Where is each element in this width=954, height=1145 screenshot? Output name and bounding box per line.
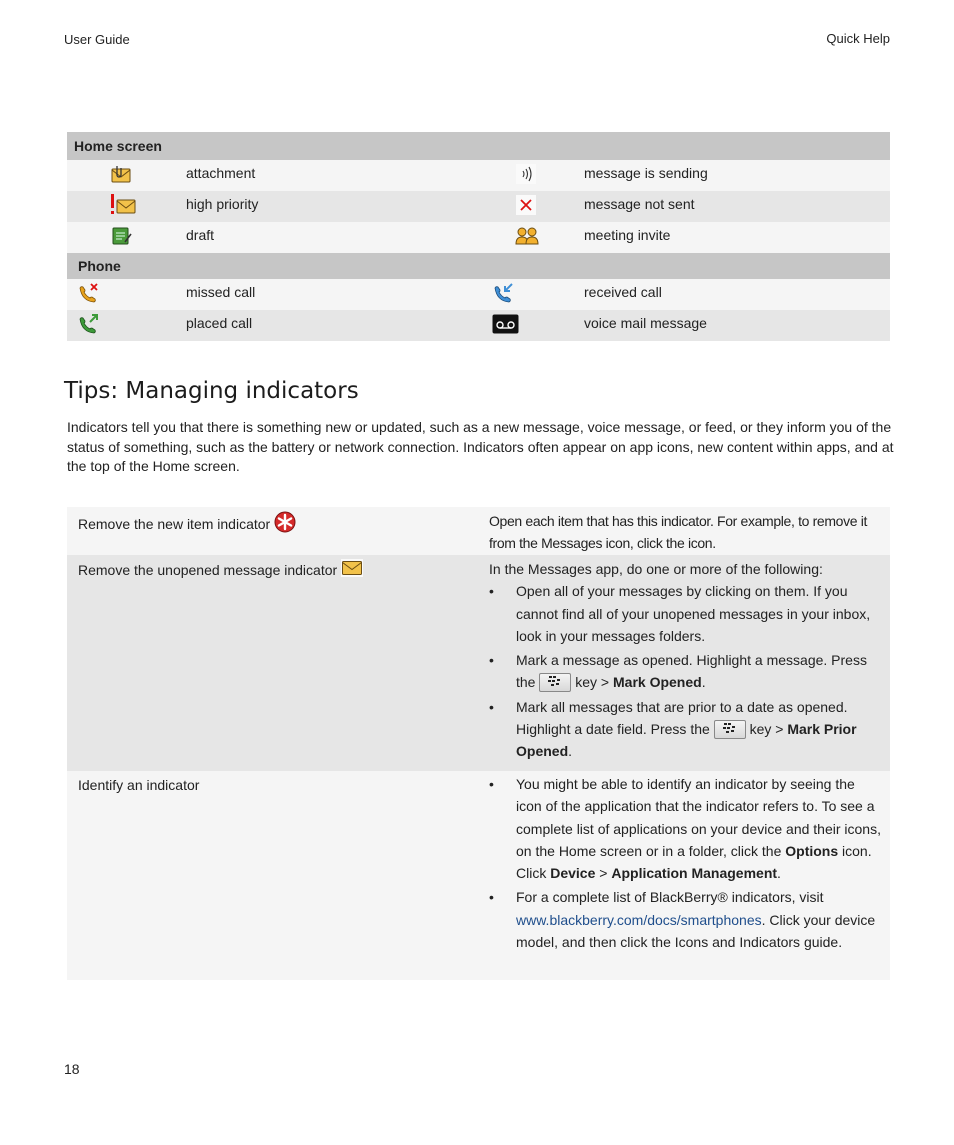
label-draft: draft — [186, 226, 215, 243]
menu-key-icon — [713, 719, 746, 739]
table-row: Remove the new item indicator Open each … — [67, 507, 890, 555]
task-label: Remove the unopened message indicator — [78, 562, 338, 579]
draft-icon — [111, 226, 133, 246]
table-row: high priority message not sent — [67, 191, 890, 222]
task-cell: Remove the unopened message indicator — [67, 555, 478, 771]
running-header-right: Quick Help — [826, 31, 890, 46]
voice-mail-icon — [492, 314, 519, 334]
table-row: Identify an indicator • You might be able… — [67, 771, 890, 980]
meeting-invite-icon — [515, 226, 539, 246]
action-text: Open each item that has this indicator. … — [489, 513, 868, 552]
table-row: missed call received call — [67, 279, 890, 310]
running-header-left: User Guide — [64, 32, 130, 47]
attachment-icon — [111, 164, 133, 184]
table-row: Remove the unopened message indicator In… — [67, 555, 890, 771]
action-cell: Open each item that has this indicator. … — [478, 507, 890, 555]
table-row: attachment message is sending — [67, 160, 890, 191]
section-title: Tips: Managing indicators — [64, 378, 359, 404]
action-cell: In the Messages app, do one or more of t… — [478, 555, 890, 771]
received-call-icon — [492, 282, 516, 304]
section-header-home-screen: Home screen — [67, 132, 890, 160]
tips-table: Remove the new item indicator Open each … — [67, 507, 890, 980]
bullet-list: • Open all of your messages by clicking o… — [489, 580, 884, 762]
section-header-phone: Phone — [67, 253, 890, 279]
lead-text: In the Messages app, do one or more of t… — [489, 561, 823, 577]
table-row: draft meeting invite — [67, 222, 890, 253]
label-message-not-sent: message not sent — [584, 195, 695, 212]
list-item: • Mark all messages that are prior to a d… — [489, 698, 857, 760]
action-cell: • You might be able to identify an indica… — [478, 771, 890, 980]
blackberry-docs-link[interactable]: www.blackberry.com/docs/smartphones — [516, 912, 762, 928]
list-item: • Open all of your messages by clicking o… — [489, 583, 871, 644]
label-meeting-invite: meeting invite — [584, 226, 671, 243]
message-sending-icon — [515, 163, 537, 185]
task-cell: Remove the new item indicator — [67, 507, 478, 555]
label-message-sending: message is sending — [584, 164, 708, 181]
table-row: placed call voice mail message — [67, 310, 890, 341]
label-high-priority: high priority — [186, 195, 259, 212]
placed-call-icon — [77, 313, 101, 335]
task-cell: Identify an indicator — [67, 771, 478, 980]
label-received-call: received call — [584, 283, 662, 300]
task-label: Identify an indicator — [78, 777, 200, 793]
task-label: Remove the new item indicator — [78, 516, 271, 533]
label-attachment: attachment — [186, 164, 256, 181]
intro-paragraph: Indicators tell you that there is someth… — [67, 419, 894, 474]
menu-key-icon — [539, 673, 572, 693]
indicator-icon-table: Home screen attachment message is sendin… — [67, 132, 890, 341]
list-item: • Mark a message as opened. Highlight a m… — [489, 652, 867, 693]
label-voice-mail: voice mail message — [584, 314, 707, 331]
missed-call-icon — [77, 282, 101, 304]
list-item: • You might be able to identify an indica… — [489, 776, 881, 882]
unopened-message-icon — [341, 559, 364, 580]
list-item: • For a complete list of BlackBerry® indi… — [489, 889, 876, 951]
high-priority-icon — [109, 194, 137, 216]
label-placed-call: placed call — [186, 314, 253, 331]
bullet-list: • You might be able to identify an indica… — [489, 773, 884, 953]
new-item-indicator-icon — [274, 511, 296, 536]
label-missed-call: missed call — [186, 283, 256, 300]
message-not-sent-icon — [515, 194, 537, 216]
page-number: 18 — [64, 1061, 80, 1077]
